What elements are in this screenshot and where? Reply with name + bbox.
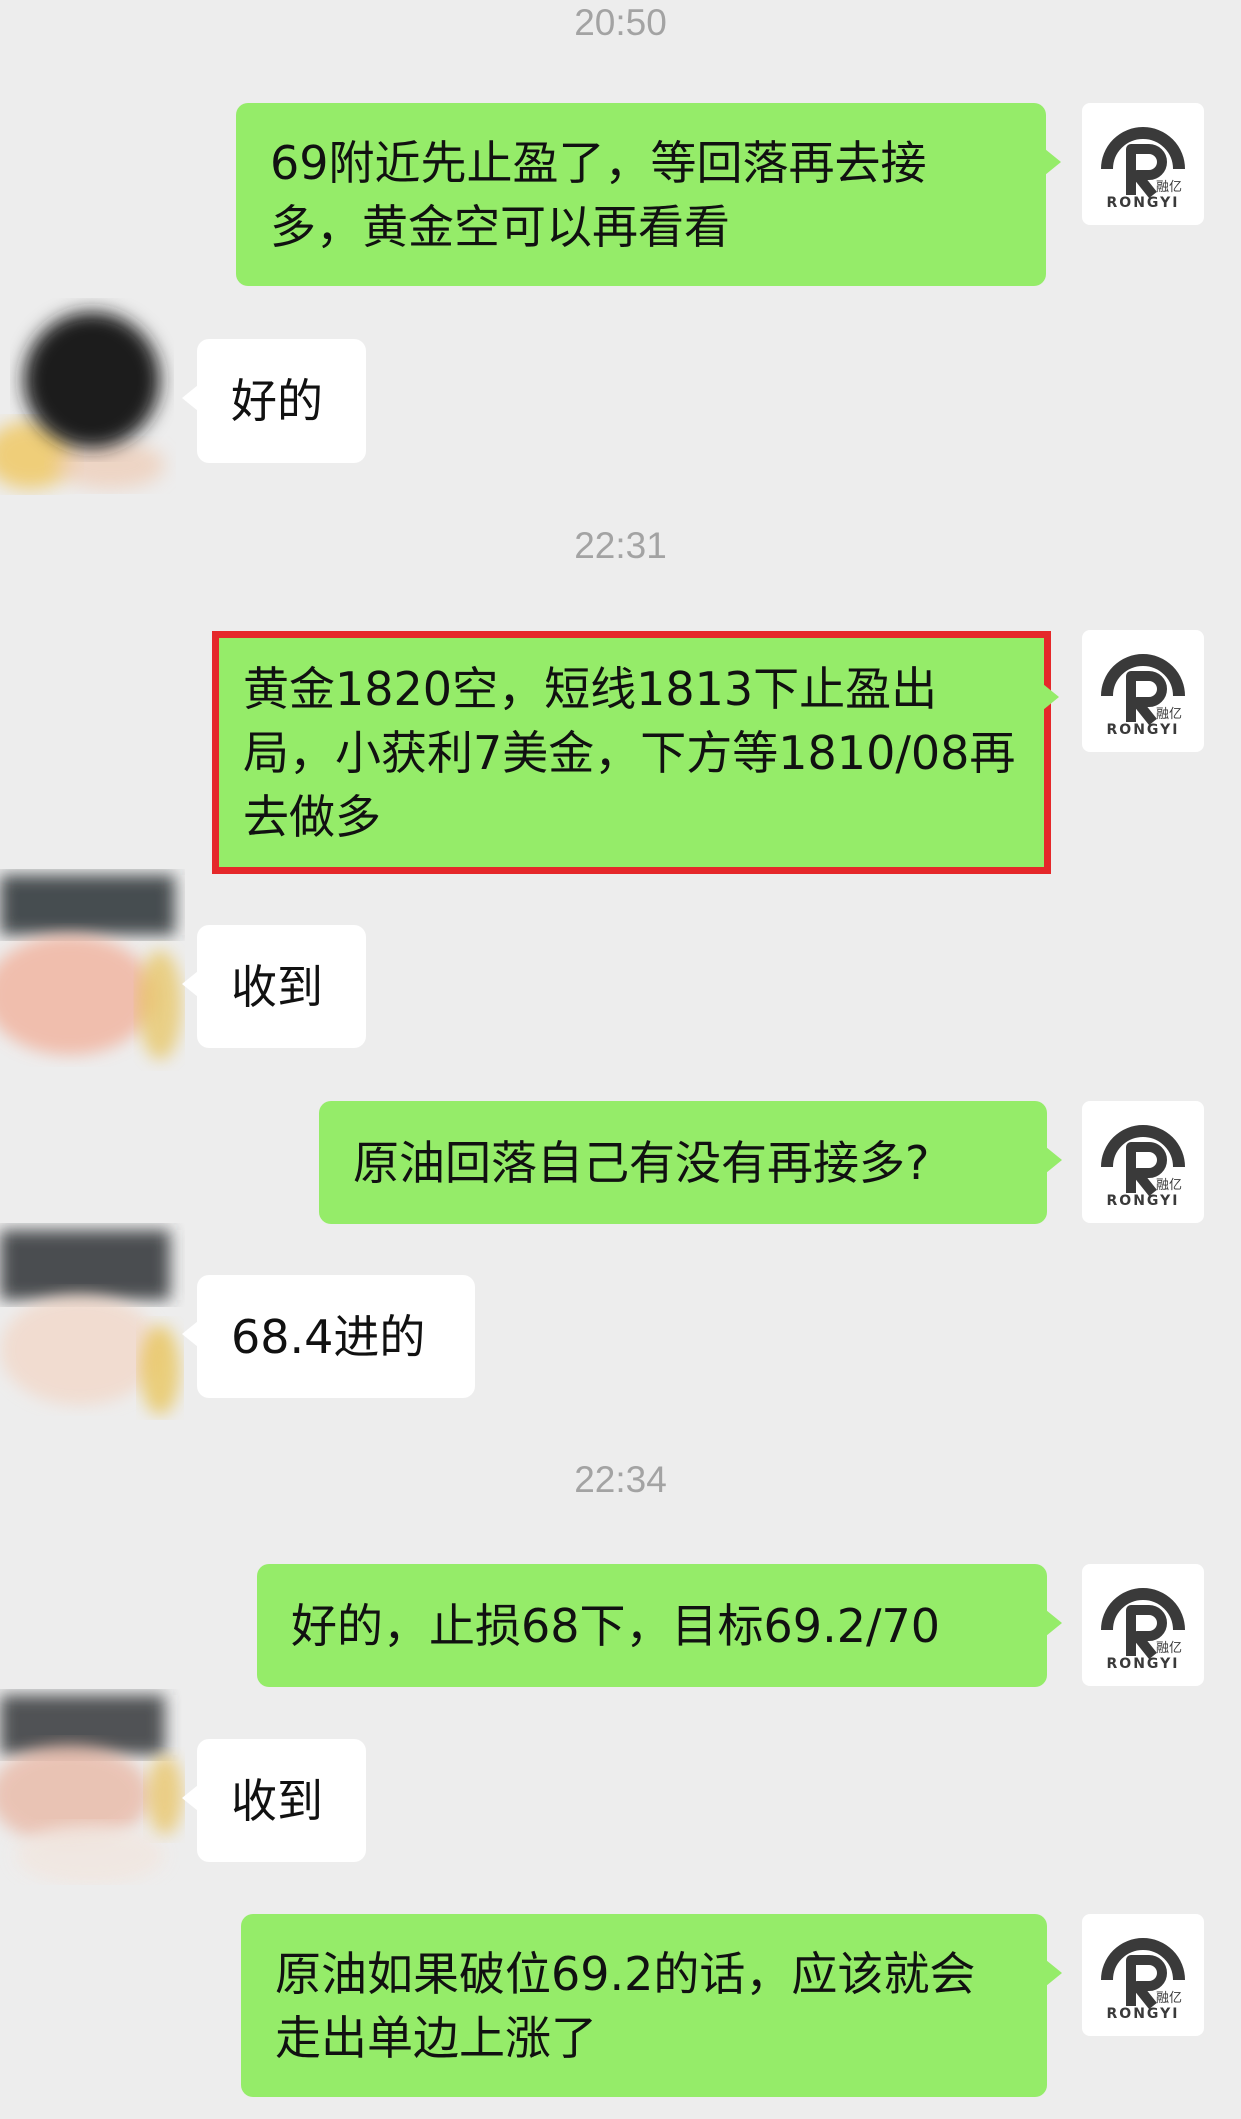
svg-text:融亿: 融亿 [1156,1641,1182,1656]
message-text: 收到 [231,1773,323,1828]
timestamp: 20:50 [574,2,667,43]
received-message-bubble[interactable]: 收到 [182,1739,366,1862]
blurred-avatar-icon [0,312,165,489]
sent-message-bubble[interactable]: 69附近先止盈了，等回落再去接多，黄金空可以再看看 [236,103,1061,286]
message-text: 收到 [231,959,323,1014]
received-message-bubble[interactable]: 68.4进的 [182,1275,475,1398]
rongyi-logo-icon: 融亿 RONGYI [1101,1938,1185,2020]
received-message-bubble[interactable]: 收到 [182,925,366,1048]
message-text: 69附近先止盈了，等回落再去接多，黄金空可以再看看 [270,135,927,254]
svg-text:RONGYI: RONGYI [1107,2006,1180,2020]
timestamp: 22:34 [574,1459,667,1500]
blurred-avatar-icon [0,1695,183,1885]
svg-text:RONGYI: RONGYI [1107,722,1180,736]
svg-text:RONGYI: RONGYI [1107,1656,1180,1670]
contact-avatar[interactable]: 融亿 RONGYI [1082,1564,1204,1686]
rongyi-logo-icon: 融亿 RONGYI [1101,1125,1185,1207]
contact-avatar[interactable] [0,1675,185,1885]
contact-avatar[interactable] [0,865,185,1075]
svg-text:融亿: 融亿 [1156,707,1182,722]
contact-avatar[interactable] [0,285,185,495]
svg-text:融亿: 融亿 [1156,1178,1182,1193]
message-text: 好的，止损68下，目标69.2/70 [291,1598,940,1653]
rongyi-logo-icon: 融亿 RONGYI [1101,1588,1185,1670]
contact-avatar[interactable]: 融亿 RONGYI [1082,1914,1204,2036]
sent-message-bubble[interactable]: 好的，止损68下，目标69.2/70 [257,1564,1062,1687]
received-message-bubble[interactable]: 好的 [182,339,366,463]
message-text: 原油如果破位69.2的话，应该就会走出单边上涨了 [275,1946,976,2065]
contact-avatar[interactable]: 融亿 RONGYI [1082,630,1204,752]
svg-text:融亿: 融亿 [1156,1991,1182,2006]
rongyi-logo-icon: 融亿 RONGYI [1101,654,1185,736]
svg-text:融亿: 融亿 [1156,180,1182,195]
svg-text:RONGYI: RONGYI [1107,1193,1180,1207]
svg-text:RONGYI: RONGYI [1107,195,1180,209]
blurred-avatar-icon [0,875,182,1060]
rongyi-logo-icon: 融亿 RONGYI [1101,127,1185,209]
sent-message-bubble-highlighted[interactable]: 黄金1820空，短线1813下止盈出局，小获利7美金，下方等1810/08再去做… [212,631,1059,874]
message-text: 68.4进的 [231,1309,426,1364]
contact-avatar[interactable] [0,1210,185,1420]
blurred-avatar-icon [0,1230,180,1415]
timestamp: 22:31 [574,525,667,566]
sent-message-bubble[interactable]: 原油回落自己有没有再接多? [319,1101,1062,1224]
contact-avatar[interactable]: 融亿 RONGYI [1082,1101,1204,1223]
message-text: 黄金1820空，短线1813下止盈出局，小获利7美金，下方等1810/08再去做… [243,661,1016,844]
message-text: 原油回落自己有没有再接多? [353,1135,930,1190]
sent-message-bubble[interactable]: 原油如果破位69.2的话，应该就会走出单边上涨了 [241,1914,1062,2097]
message-text: 好的 [231,374,323,428]
contact-avatar[interactable]: 融亿 RONGYI [1082,103,1204,225]
